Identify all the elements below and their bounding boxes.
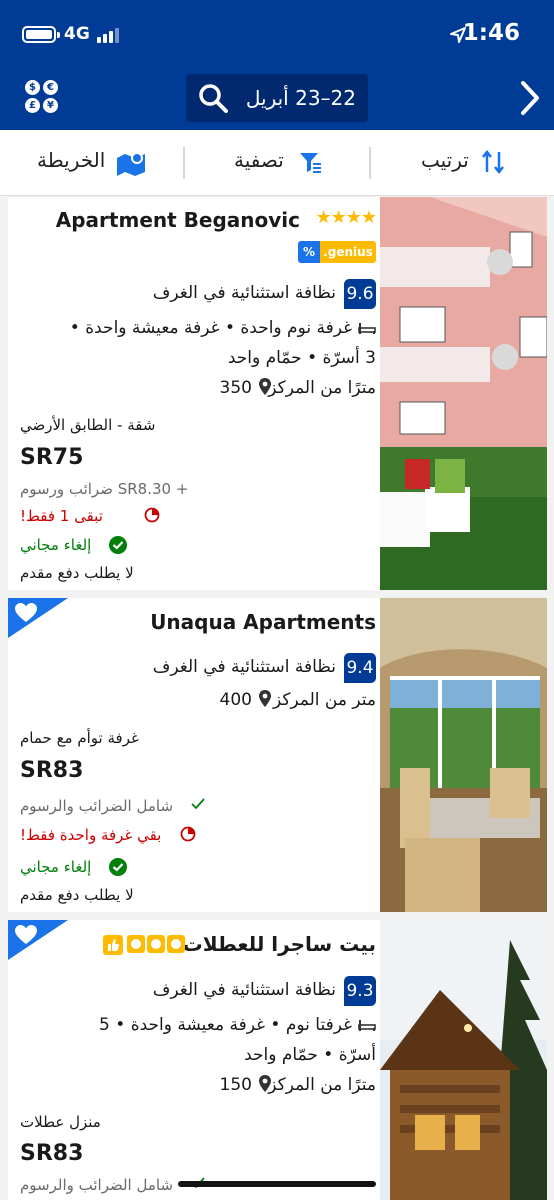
- map-label: الخريطة: [37, 148, 106, 172]
- property-info: ★★★★ Apartment Beganovic % .genius 9.6 ن…: [8, 197, 380, 590]
- signal-icon: [97, 27, 121, 43]
- rating-square: [147, 935, 165, 953]
- distance-label: مترًا من المركز: [268, 378, 376, 398]
- property-image: [380, 598, 547, 912]
- score-label: نظافة استثنائية في الغرف: [152, 980, 336, 1000]
- back-chevron-icon[interactable]: [520, 80, 540, 116]
- property-name[interactable]: Unaqua Apartments: [150, 610, 376, 634]
- property-card[interactable]: بيت ساجرا للعطلات 9.3 نظافة استثنائية في…: [8, 920, 547, 1200]
- dates-label: 22–23 أبريل: [245, 86, 356, 110]
- availability-warning: بقي غرفة واحدة فقط!: [20, 826, 162, 844]
- divider: [183, 147, 185, 179]
- sort-filter-bar: الخريطة تصفية ترتيب: [0, 130, 554, 196]
- unit-type: منزل عطلات: [20, 1113, 101, 1131]
- property-image: [380, 197, 547, 590]
- score-label: نظافة استثنائية في الغرف: [152, 283, 336, 303]
- check-icon: [191, 798, 205, 810]
- property-card[interactable]: Unaqua Apartments 9.4 نظافة استثنائية في…: [8, 598, 547, 912]
- property-info: Unaqua Apartments 9.4 نظافة استثنائية في…: [8, 598, 380, 912]
- divider: [369, 147, 371, 179]
- unit-type: شقة - الطابق الأرضي: [20, 416, 156, 434]
- no-prepayment: لا يطلب دفع مقدم: [20, 564, 134, 582]
- currency-icon[interactable]: $ € £ ¥: [25, 80, 59, 114]
- price: SR75: [20, 445, 84, 470]
- genius-badge: % .genius: [298, 241, 376, 263]
- rating-square: [167, 935, 185, 953]
- heart-icon[interactable]: [14, 602, 38, 624]
- taxes-label: + SR8.30 ضرائب ورسوم: [20, 480, 189, 498]
- search-icon: [199, 84, 228, 113]
- check-circle-icon: [109, 858, 127, 876]
- rooms-line-2: أسرّة • حمّام واحد: [244, 1045, 376, 1065]
- sort-label: ترتيب: [421, 148, 469, 172]
- property-name[interactable]: Apartment Beganovic: [56, 208, 300, 232]
- home-indicator[interactable]: [178, 1181, 376, 1187]
- review-score: 9.6: [344, 279, 376, 309]
- availability-warning: تبقى 1 فقط!: [20, 507, 103, 525]
- rooms-line-1: غرفتا نوم • غرفة معيشة واحدة • 5: [99, 1015, 352, 1035]
- price: SR83: [20, 1141, 84, 1166]
- rooms-line-2: 3 أسرّة • حمّام واحد: [227, 348, 376, 368]
- distance-value: 350: [219, 378, 252, 398]
- property-card[interactable]: ★★★★ Apartment Beganovic % .genius 9.6 ن…: [8, 197, 547, 590]
- filter-label: تصفية: [234, 148, 284, 172]
- taxes-label: شامل الضرائب والرسوم: [20, 797, 174, 815]
- distance-label: متر من المركز: [272, 690, 376, 710]
- property-name[interactable]: بيت ساجرا للعطلات: [183, 932, 376, 956]
- top-bar: 4G 1:46 $ € £ ¥ 22–23 أبريل: [0, 0, 554, 130]
- network-type: 4G: [64, 24, 90, 44]
- property-photo[interactable]: [380, 920, 547, 1200]
- distance-value: 400: [219, 690, 252, 710]
- free-cancellation: إلغاء مجاني: [20, 858, 92, 876]
- filter-icon: [300, 153, 321, 173]
- free-cancellation: إلغاء مجاني: [20, 536, 92, 554]
- distance-value: 150: [219, 1075, 252, 1095]
- star-rating: ★★★★: [315, 207, 377, 228]
- rating-squares: [103, 935, 187, 955]
- property-image: [380, 920, 547, 1200]
- battery-icon: [22, 26, 60, 43]
- bed-icon: [358, 323, 376, 334]
- thumbs-up-icon: [103, 935, 123, 955]
- score-label: نظافة استثنائية في الغرف: [152, 657, 336, 677]
- property-photo[interactable]: [380, 197, 547, 590]
- rooms-line-1: غرفة نوم واحدة • غرفة معيشة واحدة •: [69, 318, 352, 338]
- date-search-button[interactable]: 22–23 أبريل: [186, 74, 368, 122]
- property-info: بيت ساجرا للعطلات 9.3 نظافة استثنائية في…: [8, 920, 380, 1200]
- distance-label: مترًا من المركز: [268, 1075, 376, 1095]
- heart-icon[interactable]: [14, 924, 38, 946]
- review-score: 9.3: [344, 976, 376, 1006]
- taxes-label: شامل الضرائب والرسوم: [20, 1176, 174, 1194]
- unit-type: غرفة توأم مع حمام: [20, 729, 139, 747]
- review-score: 9.4: [344, 653, 376, 683]
- no-prepayment: لا يطلب دفع مقدم: [20, 886, 134, 904]
- check-circle-icon: [109, 536, 127, 554]
- clock: 1:46: [462, 20, 520, 46]
- price: SR83: [20, 758, 84, 783]
- status-bar: 4G 1:46: [0, 18, 554, 52]
- rating-square: [127, 935, 145, 953]
- location-pin-icon: [259, 690, 271, 707]
- timer-icon: [144, 507, 160, 523]
- map-icon: [117, 152, 145, 176]
- sort-icon: [482, 150, 504, 174]
- bed-icon: [358, 1020, 376, 1031]
- property-photo[interactable]: [380, 598, 547, 912]
- timer-icon: [180, 826, 196, 842]
